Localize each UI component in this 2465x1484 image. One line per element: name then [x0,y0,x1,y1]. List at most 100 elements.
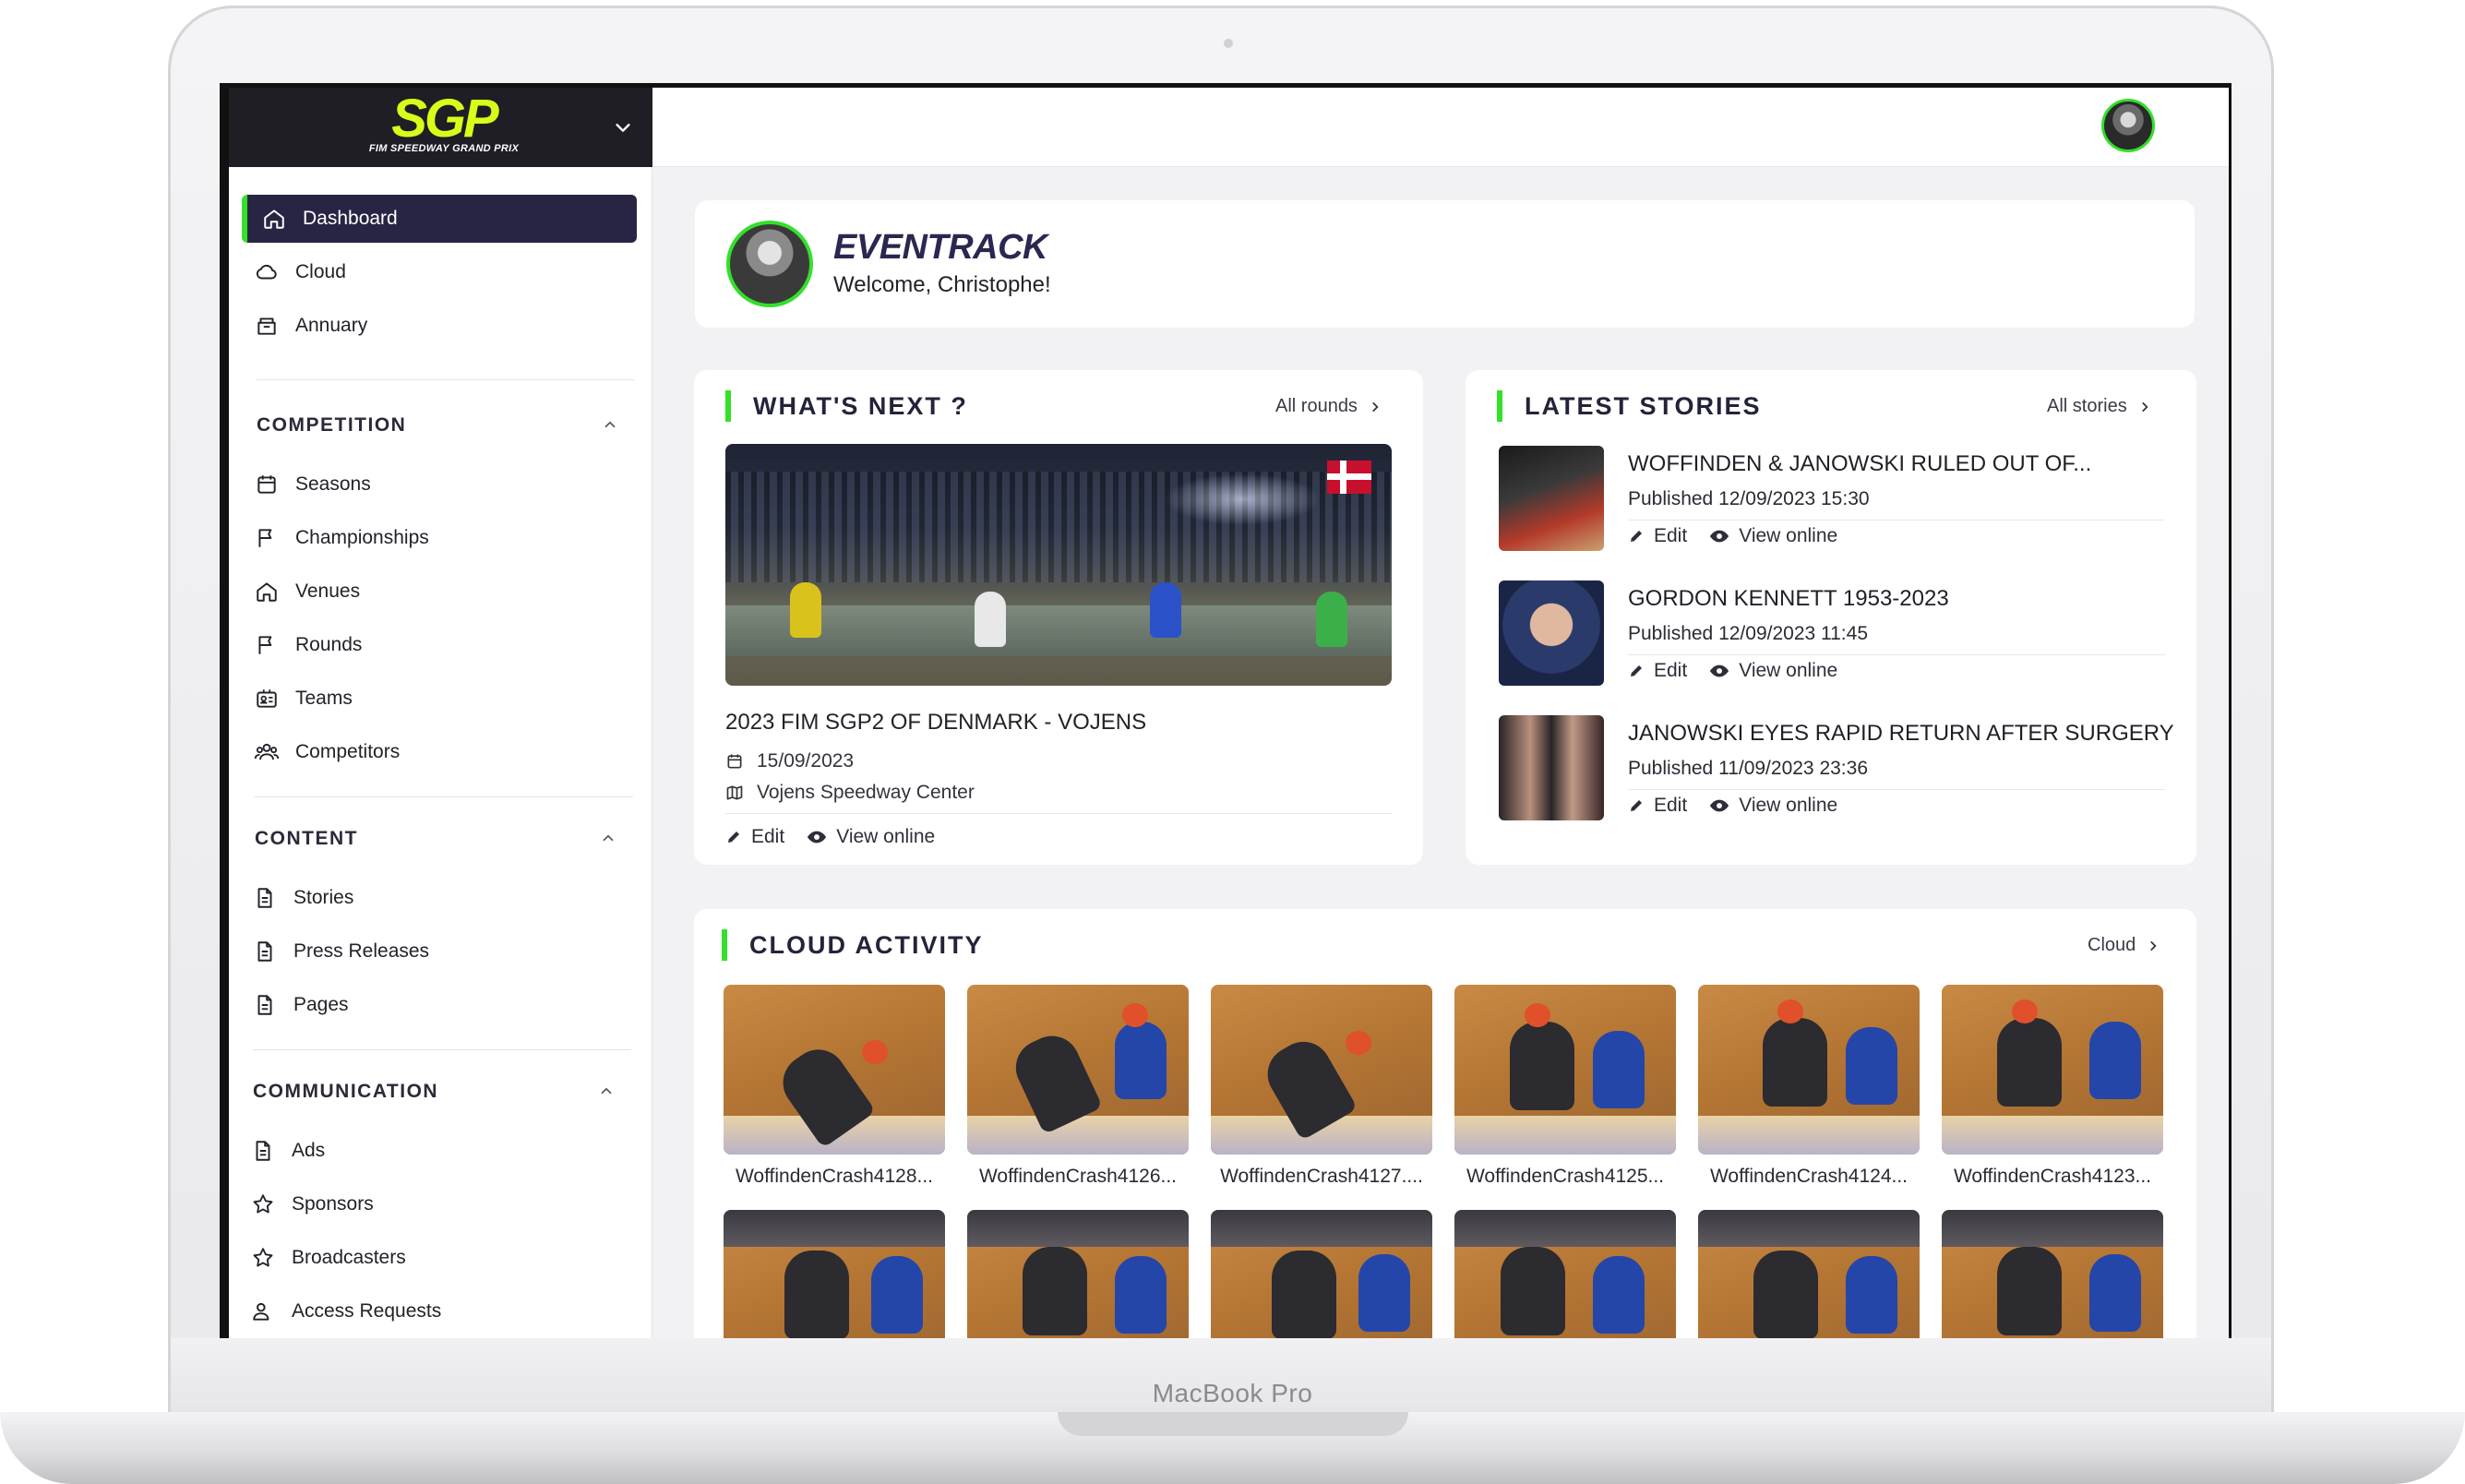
view-online-button[interactable]: View online [1709,795,1837,817]
cloud-icon [253,258,281,286]
crowd-shape [725,472,1392,582]
sidebar-item-label: Cloud [295,261,346,282]
cloud-thumbnail[interactable] [967,985,1189,1155]
sidebar-item-championships[interactable]: Championships [253,514,640,562]
event-date-row: 15/09/2023 [725,750,854,772]
link-label: All stories [2047,396,2127,416]
all-stories-link[interactable]: All stories [2047,396,2151,417]
sidebar-item-pages[interactable]: Pages [251,981,639,1029]
sidebar-item-label: Ads [292,1140,326,1161]
story-item[interactable]: JANOWSKI EYES RAPID RETURN AFTER SURGERY… [1499,715,2182,835]
camera-dot [1224,39,1233,48]
cloud-thumbnail[interactable] [724,985,945,1155]
cloud-thumbnail[interactable] [1211,985,1432,1155]
event-title: 2023 FIM SGP2 OF DENMARK - VOJENS [725,710,1147,735]
users-icon [253,738,281,766]
view-online-button[interactable]: View online [807,826,935,848]
sidebar-item-label: Access Requests [292,1300,442,1322]
eye-icon [808,831,827,844]
story-item[interactable]: WOFFINDEN & JANOWSKI RULED OUT OF... Pub… [1499,446,2182,566]
helmet-shape [1777,999,1803,1023]
chevron-up-icon[interactable] [598,1083,615,1099]
denmark-flag-icon [1327,461,1371,494]
sidebar-item-press-releases[interactable]: Press Releases [251,928,639,975]
rider-shape [784,1251,849,1338]
banner-shape [967,1210,1189,1247]
card-title: WHAT'S NEXT ? [725,390,968,422]
sidebar-item-access-requests[interactable]: Access Requests [249,1287,637,1335]
section-title-competition: COMPETITION [257,414,407,436]
rider-shape [1753,1251,1818,1338]
map-icon [726,785,743,800]
sidebar-item-annuary[interactable]: Annuary [253,302,640,350]
view-online-label: View online [1739,795,1838,816]
track-band [1942,1116,2163,1155]
helmet-shape [1122,1003,1148,1027]
chevron-up-icon[interactable] [600,830,616,846]
home-icon [260,205,288,233]
cloud-link[interactable]: Cloud [2088,935,2160,956]
sidebar-item-dashboard[interactable]: Dashboard [242,195,637,243]
helmet-shape [862,1040,888,1064]
document-icon [251,938,279,965]
track-band [1454,1116,1676,1155]
user-avatar[interactable] [2101,99,2155,152]
edit-button[interactable]: Edit [725,826,784,848]
cloud-activity-title: CLOUD ACTIVITY [749,930,984,959]
calendar-icon [727,754,742,769]
sidebar-item-cloud[interactable]: Cloud [253,248,640,296]
sidebar-item-teams[interactable]: Teams [253,675,640,723]
view-online-button[interactable]: View online [1709,660,1837,682]
cloud-thumbnail[interactable] [1942,985,2163,1155]
cloud-thumbnail[interactable] [1454,985,1676,1155]
sgp-logo[interactable]: SGP FIM SPEEDWAY GRAND PRIX [365,92,522,155]
cloud-thumbnail[interactable] [1942,1210,2163,1338]
banner-shape [1942,1210,2163,1247]
chevron-up-icon[interactable] [602,416,618,433]
rider-shape [1501,1247,1565,1335]
banner-shape [724,1210,945,1247]
story-item[interactable]: GORDON KENNETT 1953-2023 Published 12/09… [1499,580,2182,700]
sidebar-item-ads[interactable]: Ads [249,1127,637,1175]
sidebar-item-venues[interactable]: Venues [253,568,640,616]
eye-icon [1710,664,1729,677]
edit-button[interactable]: Edit [1628,795,1687,817]
whats-next-card: WHAT'S NEXT ? All rounds 2023 FIM SGP2 O… [694,370,1423,865]
story-actions: Edit View online [1628,660,1860,682]
event-image[interactable] [725,444,1392,686]
sidebar: Dashboard Cloud Annuary COMPETITION Seas… [229,167,652,1338]
story-title: WOFFINDEN & JANOWSKI RULED OUT OF... [1628,451,2092,476]
edit-button[interactable]: Edit [1628,660,1687,682]
view-online-button[interactable]: View online [1709,525,1837,547]
all-rounds-link[interactable]: All rounds [1275,396,1382,417]
cloud-thumbnail[interactable] [1698,1210,1920,1338]
cloud-thumbnail[interactable] [1454,1210,1676,1338]
fence-shape [725,605,1392,656]
story-date: Published 12/09/2023 11:45 [1628,623,1868,644]
calendar-icon [253,471,281,498]
cloud-thumbnail[interactable] [724,1210,945,1338]
cloud-thumbnail[interactable] [967,1210,1189,1338]
chevron-down-icon[interactable] [613,117,633,138]
sidebar-item-sponsors[interactable]: Sponsors [249,1180,637,1228]
top-bar [652,88,2229,167]
sidebar-item-broadcasters[interactable]: Broadcasters [249,1234,637,1282]
cloud-thumbnail[interactable] [1211,1210,1432,1338]
star-icon [249,1191,277,1218]
sidebar-item-rounds[interactable]: Rounds [253,621,640,669]
card-title: LATEST STORIES [1497,390,1762,422]
rider-shape [1316,592,1347,647]
separator [725,813,1392,814]
edit-button[interactable]: Edit [1628,525,1687,547]
welcome-greeting: Welcome, Christophe! [833,272,1051,297]
document-icon [251,991,279,1019]
rider-shape [871,1256,923,1334]
rider-shape [975,592,1006,647]
story-thumbnail [1499,580,1604,686]
cloud-thumbnail[interactable] [1698,985,1920,1155]
sidebar-item-seasons[interactable]: Seasons [253,461,640,509]
view-online-label: View online [1739,525,1838,546]
sidebar-item-competitors[interactable]: Competitors [253,728,640,776]
document-icon [249,1137,277,1165]
sidebar-item-stories[interactable]: Stories [251,874,639,922]
